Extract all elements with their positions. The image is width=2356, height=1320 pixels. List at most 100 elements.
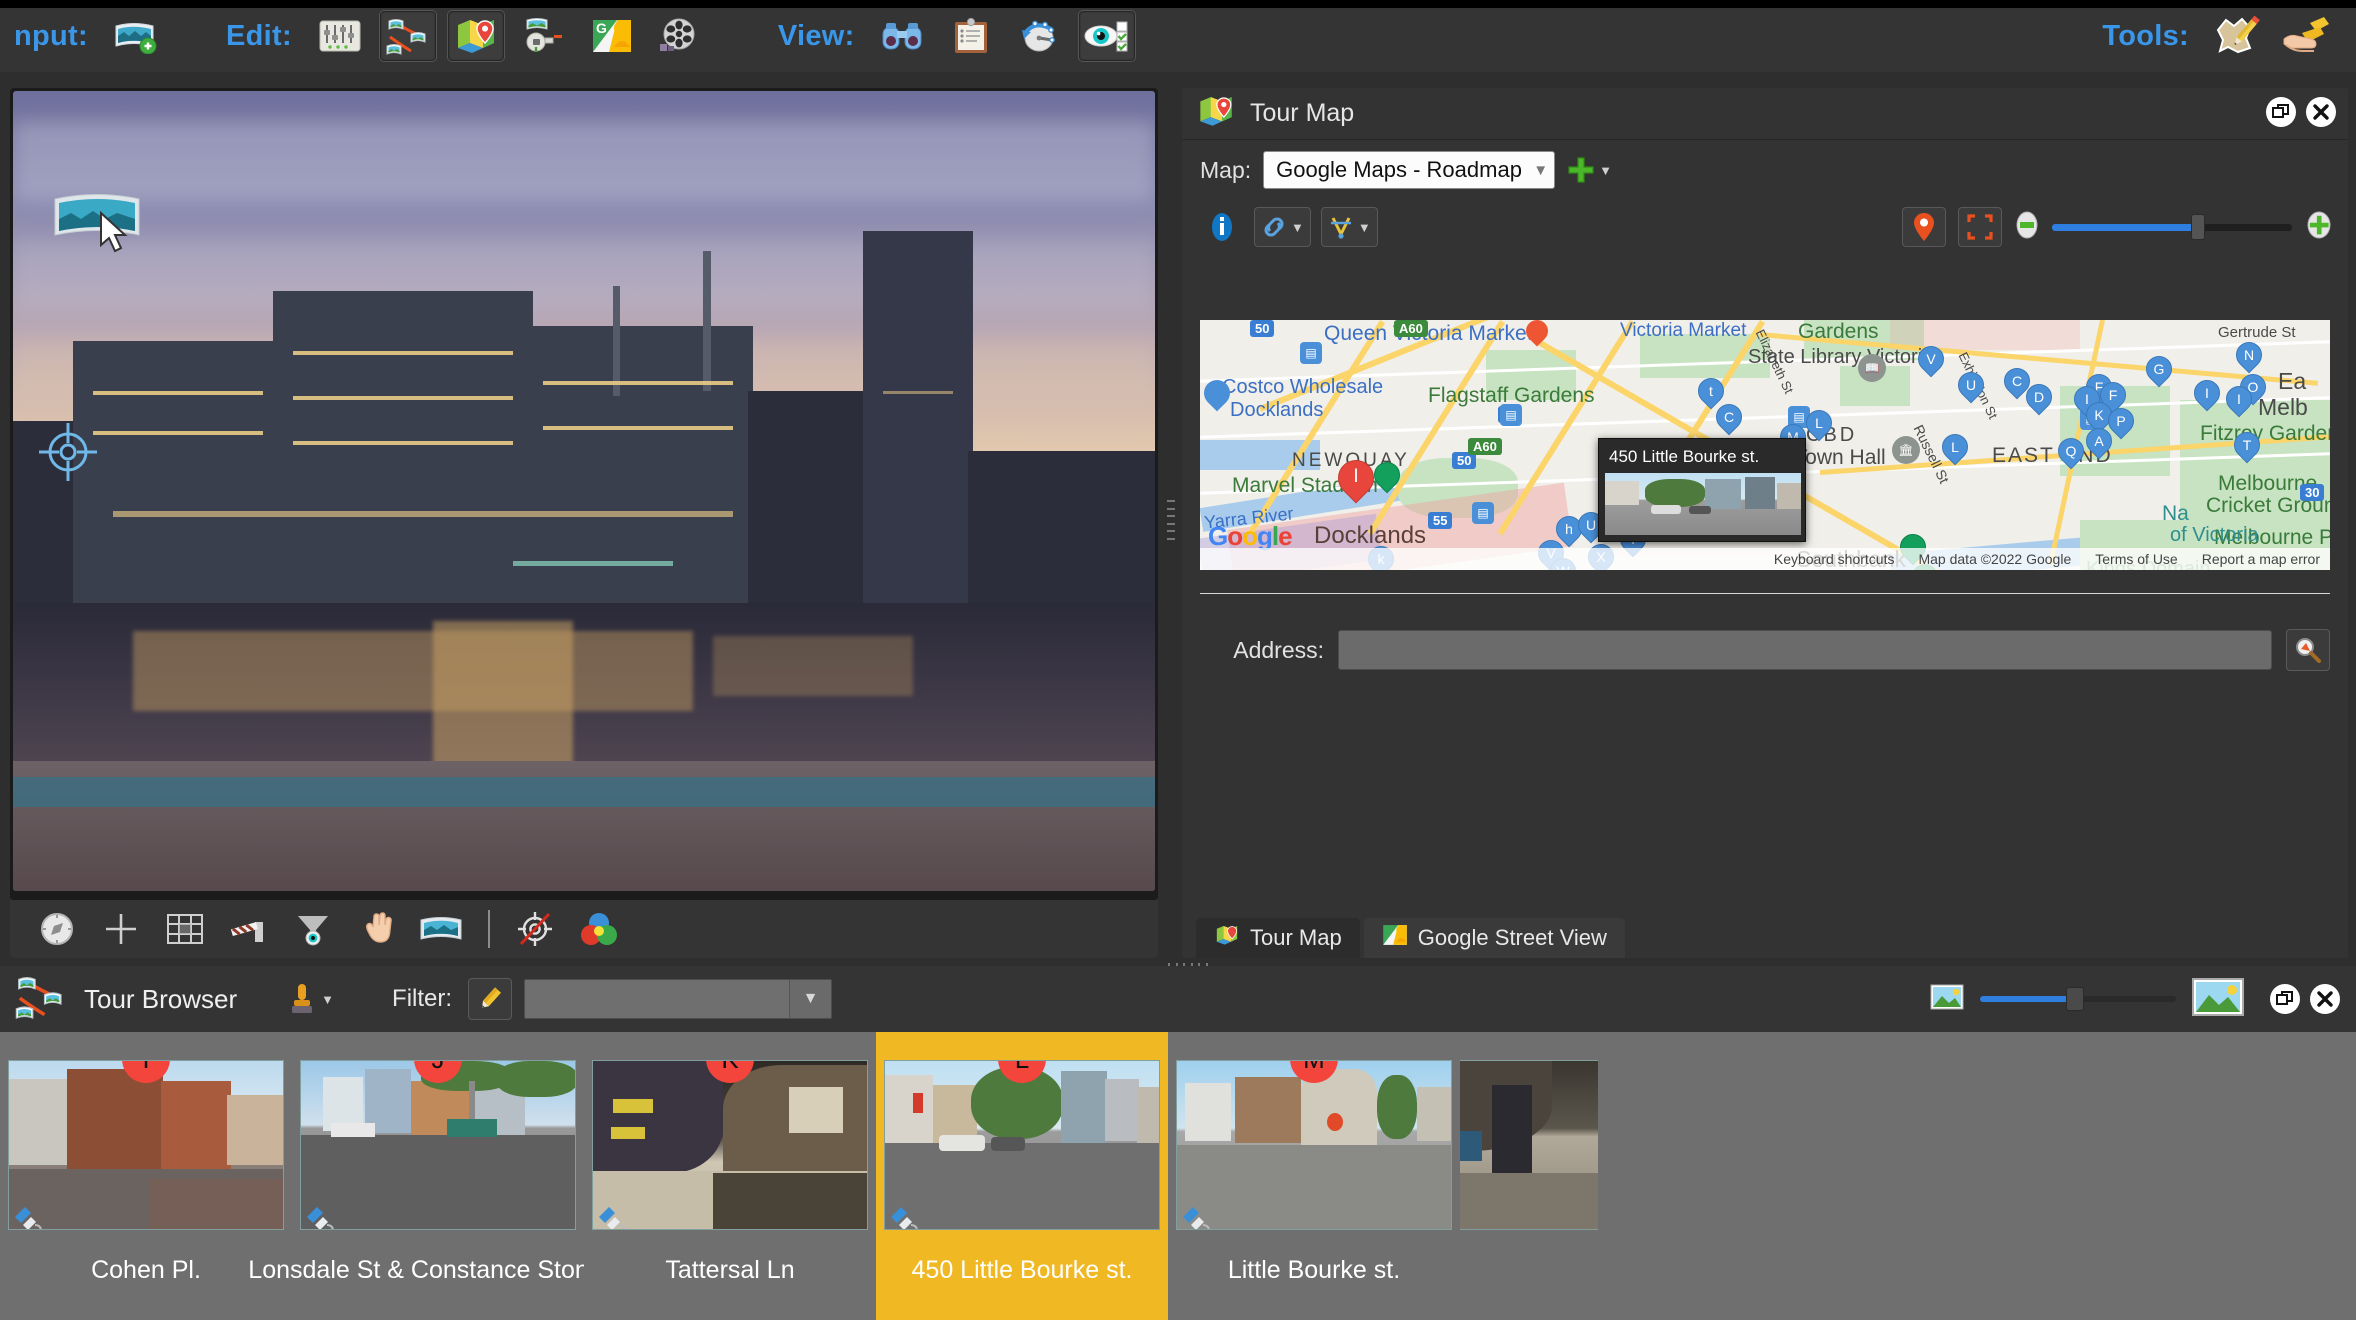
map-marker-I4[interactable]: I: [2188, 374, 2226, 414]
close-icon[interactable]: [2310, 984, 2340, 1014]
panel-resize-handle-vertical[interactable]: [1166, 500, 1176, 540]
panorama-image[interactable]: [13, 91, 1155, 891]
hand-gold-tool-button[interactable]: [2276, 10, 2334, 62]
transit-poi-icon: ▤: [1500, 404, 1522, 426]
panorama-viewer[interactable]: [10, 88, 1158, 900]
map-marker-G[interactable]: G: [2140, 350, 2178, 390]
map-marker-Q[interactable]: Q: [2052, 432, 2090, 472]
thumbnail-strip[interactable]: I Cohen Pl.: [0, 1032, 2356, 1320]
thumbnail-size-slider[interactable]: [1980, 986, 2176, 1012]
color-tool[interactable]: [574, 906, 624, 952]
tab-tour-map[interactable]: Tour Map: [1196, 918, 1360, 958]
panorama-tool[interactable]: [416, 906, 466, 952]
tooltip-thumbnail: [1605, 473, 1801, 535]
preview-button[interactable]: [874, 10, 932, 62]
link-button[interactable]: ▼: [1254, 207, 1311, 247]
projection-button[interactable]: [515, 10, 573, 62]
video-button[interactable]: [651, 10, 709, 62]
route-shield: 30: [2300, 484, 2325, 501]
grid-tool[interactable]: [160, 906, 210, 952]
map-marker-L[interactable]: L: [1936, 428, 1974, 468]
window-light: [293, 396, 513, 400]
disable-target-tool[interactable]: [510, 906, 560, 952]
list-item[interactable]: K Tattersal Ln: [584, 1032, 876, 1320]
edit-map-tool-button[interactable]: [2208, 10, 2266, 62]
street-view-button[interactable]: G: [583, 10, 641, 62]
map-marker-I[interactable]: I: [1330, 452, 1382, 508]
map-editor-button[interactable]: [446, 10, 505, 62]
map-marker-N[interactable]: N: [2230, 336, 2268, 376]
list-item[interactable]: M Little Bourke st.: [1168, 1032, 1460, 1320]
tour-map-panel: Tour Map Map: Google Maps - Roadmap ▼ ▼: [1182, 88, 2348, 958]
panorama-thumbnail[interactable]: I: [8, 1060, 284, 1230]
compass-tool[interactable]: [32, 906, 82, 952]
visibility-button[interactable]: [1077, 10, 1136, 62]
address-search-button[interactable]: [2286, 629, 2330, 671]
pan-hand-tool[interactable]: [352, 906, 402, 952]
orientation-button[interactable]: [1010, 10, 1068, 62]
chevron-down-icon: ▼: [1599, 162, 1613, 178]
tab-google-street-view[interactable]: Google Street View: [1363, 918, 1625, 958]
marker-button[interactable]: [1902, 207, 1946, 247]
info-button[interactable]: [1200, 207, 1244, 247]
filter-select[interactable]: ▼: [524, 979, 833, 1019]
map-marker-L2[interactable]: L: [1800, 404, 1838, 444]
building: [748, 391, 868, 621]
fit-bounds-button[interactable]: [1958, 207, 2002, 247]
cloud-band: [13, 241, 1155, 311]
chevron-down-icon[interactable]: ▼: [789, 980, 832, 1018]
map-marker-C2[interactable]: C: [1710, 398, 1748, 438]
properties-button[interactable]: [942, 10, 1000, 62]
map-marker-I3[interactable]: I: [2220, 380, 2258, 420]
waypoint-button[interactable]: ▼: [1320, 207, 1378, 247]
chevron-down-icon: ▼: [321, 991, 335, 1007]
slider-knob[interactable]: [2066, 987, 2085, 1011]
toolbar-group-label-edit: Edit:: [225, 19, 292, 52]
panorama-thumbnail[interactable]: L: [884, 1060, 1160, 1230]
window-light: [543, 426, 733, 430]
panel-header-buttons: [2266, 97, 2336, 127]
google-map[interactable]: Queen Victoria Market Costco Wholesale D…: [1200, 320, 2330, 570]
tour-editor-button[interactable]: [378, 10, 437, 62]
boom-gate-tool[interactable]: [224, 906, 274, 952]
map-marker-T[interactable]: T: [2228, 426, 2266, 466]
funnel-view-tool[interactable]: [288, 906, 338, 952]
zoom-out-icon[interactable]: [2014, 210, 2040, 245]
tab-label: Tour Map: [1250, 925, 1342, 950]
crosshair-tool[interactable]: [96, 906, 146, 952]
panorama-thumbnail[interactable]: M: [1176, 1060, 1452, 1230]
list-item[interactable]: J Lonsdale St & Constance Stone…: [248, 1032, 628, 1320]
panorama-thumbnail[interactable]: [1460, 1060, 1598, 1230]
tooltip-title: 450 Little Bourke st.: [1609, 447, 1760, 466]
list-item[interactable]: [1460, 1032, 1598, 1320]
map-marker-V[interactable]: V: [1912, 340, 1950, 380]
panorama-thumbnail[interactable]: K: [592, 1060, 868, 1230]
add-map-button[interactable]: ▼: [1567, 156, 1612, 184]
map-marker-D[interactable]: D: [2020, 378, 2058, 418]
address-input[interactable]: [1338, 630, 2272, 670]
filter-tag-button[interactable]: [468, 978, 513, 1020]
zoom-in-icon[interactable]: [2304, 210, 2334, 245]
map-pin-icon: [1196, 92, 1236, 135]
map-label: Gardens: [1798, 320, 1879, 343]
map-marker-A[interactable]: A: [2080, 422, 2118, 462]
stamp-button[interactable]: ▼: [289, 982, 334, 1016]
map-marker-U[interactable]: U: [1952, 366, 1990, 406]
close-icon[interactable]: [2306, 97, 2336, 127]
map-canvas[interactable]: Queen Victoria Market Costco Wholesale D…: [1200, 320, 2330, 570]
undock-icon[interactable]: [2266, 97, 2296, 127]
report-map-error-link[interactable]: Report a map error: [2202, 551, 2320, 567]
panorama-thumbnail[interactable]: J: [300, 1060, 576, 1230]
map-label: Costco Wholesale: [1222, 376, 1384, 398]
add-panorama-button[interactable]: [107, 10, 165, 62]
crosshair-target-icon[interactable]: [37, 421, 99, 488]
map-source-select[interactable]: Google Maps - Roadmap ▼: [1263, 151, 1556, 189]
map-zoom-slider[interactable]: [2052, 214, 2292, 240]
keyboard-shortcuts-link[interactable]: Keyboard shortcuts: [1774, 551, 1895, 567]
list-item-selected[interactable]: L 450 Little Bourke st.: [876, 1032, 1168, 1320]
adjust-button[interactable]: [311, 10, 369, 62]
slider-knob[interactable]: [2191, 214, 2206, 240]
undock-icon[interactable]: [2270, 984, 2300, 1014]
attraction-pin[interactable]: [1368, 456, 1406, 496]
terms-of-use-link[interactable]: Terms of Use: [2095, 551, 2177, 567]
